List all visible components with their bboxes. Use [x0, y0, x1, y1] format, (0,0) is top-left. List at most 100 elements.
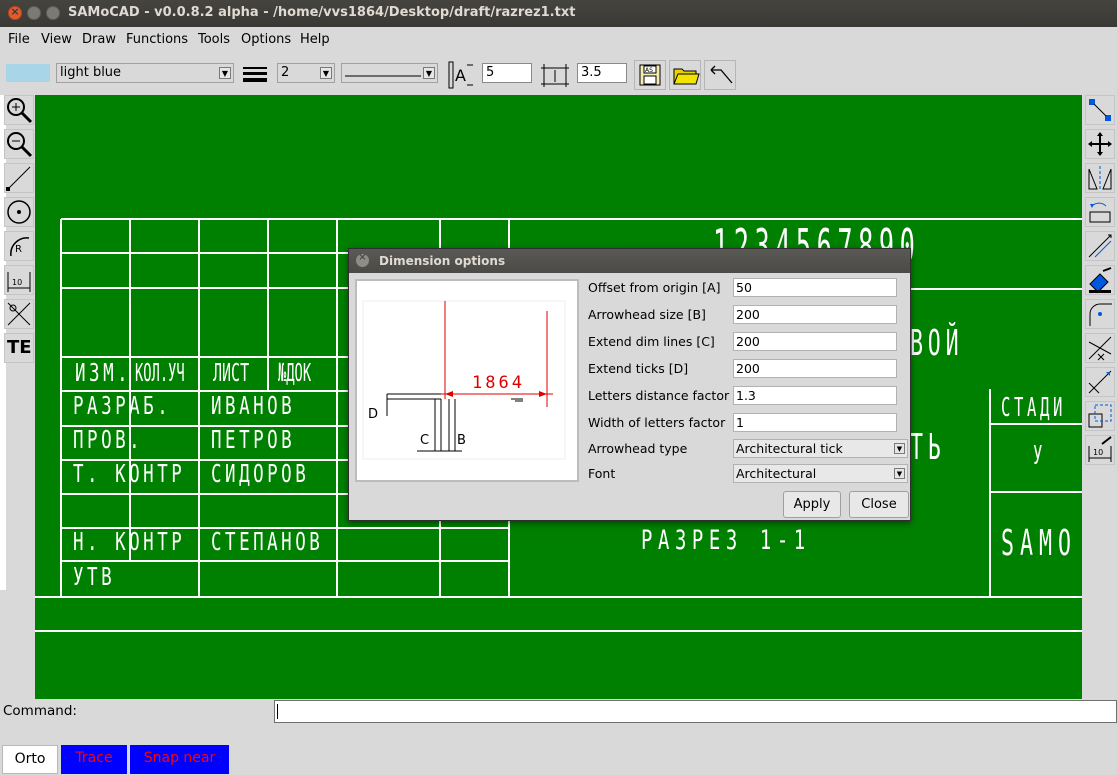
- arrowhead-size-input[interactable]: 200: [733, 305, 897, 324]
- menu-tools[interactable]: Tools: [198, 32, 230, 47]
- color-select[interactable]: light blue ▼: [56, 63, 234, 83]
- paint-tool[interactable]: [1085, 265, 1115, 295]
- text-size-input[interactable]: 5: [482, 63, 532, 83]
- line-width-value: 2: [281, 65, 290, 80]
- mirror-icon: [1088, 166, 1112, 191]
- dialog-close-button[interactable]: ×: [356, 252, 369, 267]
- row-role: Н. КОНТР: [73, 527, 186, 556]
- line-width-icon: [243, 67, 267, 82]
- undo-icon: [710, 65, 733, 84]
- toolbar: light blue ▼ 2 ▼ ▼ A 5 3.5 AS: [0, 58, 1117, 92]
- window-minimize-button[interactable]: [27, 6, 41, 20]
- header-izm: ИЗМ.: [75, 358, 132, 387]
- fillet-tool[interactable]: [1085, 299, 1115, 329]
- trace-toggle[interactable]: Trace: [61, 745, 127, 774]
- arrowhead-size-label: Arrowhead size [B]: [588, 307, 706, 322]
- dialog-title-bar: × Dimension options: [349, 249, 910, 273]
- svg-text:10: 10: [12, 278, 22, 287]
- row-role: РАЗРАБ.: [73, 391, 172, 420]
- move-tool[interactable]: [1085, 129, 1115, 159]
- close-icon: ×: [10, 5, 20, 18]
- orto-toggle[interactable]: Orto: [2, 745, 58, 774]
- window-maximize-button[interactable]: [46, 6, 60, 20]
- zoom-out-icon: [7, 132, 33, 158]
- circle-icon: [7, 200, 31, 224]
- line-style-select[interactable]: ▼: [341, 63, 438, 83]
- row-role: УТВ: [73, 562, 116, 591]
- color-swatch[interactable]: [6, 64, 50, 82]
- scale-tool[interactable]: [1085, 401, 1115, 431]
- dimension-options-dialog: × Dimension options 1864 D C B Offset fr…: [348, 248, 911, 521]
- close-icon: ×: [358, 252, 367, 263]
- text-size-icon: A: [448, 61, 473, 89]
- mirror-tool[interactable]: [1085, 163, 1115, 193]
- trim-icon: [1088, 336, 1112, 361]
- text-tool[interactable]: TE: [4, 333, 34, 363]
- apply-button[interactable]: Apply: [783, 491, 841, 518]
- menu-view[interactable]: View: [41, 32, 72, 47]
- open-button[interactable]: [669, 60, 701, 90]
- offset-icon: [1088, 234, 1112, 258]
- snap-near-toggle[interactable]: Snap near: [130, 745, 229, 774]
- color-select-value: light blue: [60, 65, 122, 80]
- zoom-out-tool[interactable]: [4, 129, 34, 159]
- preview-label-d: D: [368, 407, 378, 422]
- zoom-in-icon: [7, 98, 33, 124]
- chevron-down-icon: ▼: [320, 67, 332, 79]
- copy-tool[interactable]: [1085, 95, 1115, 125]
- extend-dim-lines-input[interactable]: 200: [733, 332, 897, 351]
- chevron-down-icon: ▼: [219, 67, 231, 79]
- stage-label: СТАДИ: [1001, 393, 1066, 423]
- svg-text:10: 10: [1093, 448, 1103, 457]
- dialog-title: Dimension options: [379, 254, 506, 268]
- chevron-down-icon: ▼: [894, 443, 905, 454]
- svg-text:A: A: [455, 66, 466, 85]
- menu-functions[interactable]: Functions: [126, 32, 188, 47]
- row-role: Т. КОНТР: [73, 459, 186, 488]
- extend-dim-lines-label: Extend dim lines [C]: [588, 334, 715, 349]
- paint-icon: [1089, 267, 1112, 293]
- trim-right-tool[interactable]: [1085, 333, 1115, 363]
- letters-width-input[interactable]: 1: [733, 413, 897, 432]
- extend-tool[interactable]: [1085, 367, 1115, 397]
- offset-tool[interactable]: [1085, 231, 1115, 261]
- zoom-in-tool[interactable]: [4, 95, 34, 125]
- close-button[interactable]: Close: [849, 491, 909, 518]
- line-icon: [6, 166, 31, 191]
- stage-value: У: [1033, 441, 1043, 471]
- letters-distance-input[interactable]: 1.3: [733, 386, 897, 405]
- arc-icon: R: [10, 237, 30, 257]
- svg-text:R: R: [15, 244, 22, 255]
- menu-help[interactable]: Help: [300, 32, 330, 47]
- arrowhead-type-select[interactable]: Architectural tick ▼: [733, 439, 908, 458]
- menu-file[interactable]: File: [8, 32, 30, 47]
- row-role: ПРОВ.: [73, 425, 144, 454]
- extend-icon: [1088, 370, 1112, 394]
- arc-tool[interactable]: R: [4, 231, 34, 261]
- font-select[interactable]: Architectural ▼: [733, 464, 908, 483]
- line-width-select[interactable]: 2 ▼: [277, 63, 335, 83]
- text-caret: [277, 704, 278, 719]
- rotate-tool[interactable]: [1085, 197, 1115, 227]
- dimension-icon: 10: [7, 272, 31, 292]
- company-text: SAMO: [1001, 523, 1078, 564]
- circle-tool[interactable]: [4, 197, 34, 227]
- dimension-tool[interactable]: 10: [4, 265, 34, 295]
- offset-input[interactable]: 50: [733, 278, 897, 297]
- menu-draw[interactable]: Draw: [82, 32, 116, 47]
- copy-icon: [1089, 99, 1111, 121]
- dimension-size-input[interactable]: 3.5: [577, 63, 627, 83]
- command-input[interactable]: [274, 700, 1117, 723]
- undo-button[interactable]: [704, 60, 736, 90]
- line-tool[interactable]: [4, 163, 34, 193]
- save-button[interactable]: AS: [634, 60, 666, 90]
- window-title: SAMoCAD - v0.0.8.2 alpha - /home/vvs1864…: [68, 5, 576, 20]
- row-name: ИВАНОВ: [211, 391, 296, 420]
- chevron-down-icon: ▼: [894, 468, 905, 479]
- trim-tool[interactable]: [4, 299, 34, 329]
- window-close-button[interactable]: ×: [8, 5, 22, 20]
- open-folder-icon: [673, 68, 700, 85]
- menu-options[interactable]: Options: [241, 32, 291, 47]
- extend-ticks-input[interactable]: 200: [733, 359, 897, 378]
- edit-dimension-tool[interactable]: 10: [1085, 435, 1115, 465]
